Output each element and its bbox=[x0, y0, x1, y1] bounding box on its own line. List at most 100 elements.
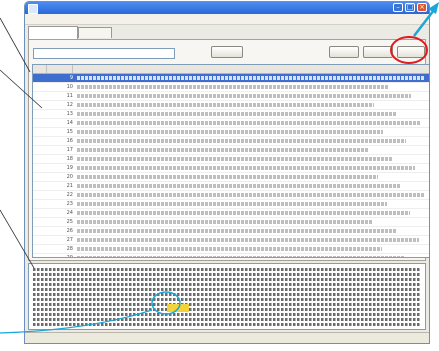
detail-text-line bbox=[33, 303, 421, 306]
row-text-blurred bbox=[77, 229, 396, 233]
row-number: 11 bbox=[66, 93, 73, 99]
table-row[interactable]: 9 bbox=[33, 74, 429, 83]
table-row[interactable]: 28 bbox=[33, 245, 429, 254]
row-text-blurred bbox=[77, 112, 397, 116]
tab-strip bbox=[25, 25, 429, 39]
maximize-icon[interactable]: □ bbox=[405, 3, 415, 12]
row-text-blurred bbox=[77, 94, 411, 98]
detail-text-line bbox=[33, 273, 421, 276]
table-row[interactable]: 17 bbox=[33, 146, 429, 155]
window-title bbox=[40, 3, 340, 13]
row-number: 14 bbox=[66, 120, 73, 126]
grid-header-marker bbox=[33, 65, 47, 73]
row-text-blurred bbox=[77, 148, 369, 152]
row-number: 19 bbox=[66, 165, 73, 171]
table-row[interactable]: 10 bbox=[33, 83, 429, 92]
row-number: 22 bbox=[66, 192, 73, 198]
row-number: 26 bbox=[66, 228, 73, 234]
row-number: 27 bbox=[66, 237, 73, 243]
table-row[interactable]: 14 bbox=[33, 119, 429, 128]
row-number: 20 bbox=[66, 174, 73, 180]
app-window: – □ × 9 10 11 12 13 14 15 16 17 18 19 20 21 22 23 24 25 2… bbox=[24, 1, 430, 344]
minimize-icon[interactable]: – bbox=[393, 3, 403, 12]
row-text-blurred bbox=[77, 184, 401, 188]
table-row[interactable]: 13 bbox=[33, 110, 429, 119]
row-text-blurred bbox=[77, 121, 420, 125]
table-row[interactable]: 12 bbox=[33, 101, 429, 110]
detail-text-line bbox=[33, 293, 421, 296]
table-row[interactable]: 23 bbox=[33, 200, 429, 209]
row-number: 16 bbox=[66, 138, 73, 144]
table-row[interactable]: 15 bbox=[33, 128, 429, 137]
menu-item-3[interactable] bbox=[105, 15, 133, 23]
table-row[interactable]: 26 bbox=[33, 227, 429, 236]
row-text-blurred bbox=[77, 220, 373, 224]
row-text-blurred bbox=[77, 202, 387, 206]
status-text bbox=[29, 334, 149, 343]
app-icon bbox=[28, 4, 38, 14]
row-text-blurred bbox=[77, 256, 405, 257]
menu-item-2[interactable] bbox=[61, 15, 101, 23]
search-input[interactable] bbox=[33, 48, 175, 59]
tab-2[interactable] bbox=[78, 27, 112, 38]
close-icon[interactable]: × bbox=[417, 3, 427, 12]
row-number: 21 bbox=[66, 183, 73, 189]
detail-text-line bbox=[33, 323, 421, 326]
detail-text-line bbox=[33, 318, 421, 321]
row-number: 18 bbox=[66, 156, 73, 162]
row-number: 10 bbox=[66, 84, 73, 90]
row-number: 12 bbox=[66, 102, 73, 108]
row-number: 9 bbox=[69, 75, 73, 81]
table-row[interactable]: 29 bbox=[33, 254, 429, 258]
row-text-blurred bbox=[77, 139, 406, 143]
action-button-3[interactable] bbox=[397, 46, 425, 58]
action-button-1[interactable] bbox=[329, 46, 359, 58]
row-number: 25 bbox=[66, 219, 73, 225]
row-text-blurred bbox=[77, 166, 415, 170]
detail-text-line bbox=[33, 268, 421, 271]
table-row[interactable]: 22 bbox=[33, 191, 429, 200]
row-text-blurred bbox=[77, 103, 374, 107]
action-button-2[interactable] bbox=[363, 46, 393, 58]
row-number: 29 bbox=[66, 255, 73, 258]
row-text-blurred bbox=[77, 175, 378, 179]
table-row[interactable]: 18 bbox=[33, 155, 429, 164]
detail-text-line bbox=[33, 313, 421, 316]
menu-bar bbox=[25, 14, 429, 25]
row-text-blurred bbox=[77, 238, 419, 242]
row-text-blurred bbox=[77, 211, 410, 215]
row-text-blurred bbox=[77, 76, 425, 80]
row-number: 24 bbox=[66, 210, 73, 216]
tab-1[interactable] bbox=[28, 26, 78, 39]
grid-header-col-2[interactable] bbox=[73, 65, 429, 73]
row-text-blurred bbox=[77, 85, 388, 89]
row-number: 13 bbox=[66, 111, 73, 117]
detail-text-pane[interactable] bbox=[28, 263, 426, 330]
detail-text-line bbox=[33, 308, 421, 311]
table-row[interactable]: 20 bbox=[33, 173, 429, 182]
status-bar bbox=[25, 332, 429, 343]
table-row[interactable]: 27 bbox=[33, 236, 429, 245]
grid-header bbox=[33, 65, 429, 74]
row-number: 15 bbox=[66, 129, 73, 135]
row-text-blurred bbox=[77, 130, 383, 134]
table-row[interactable]: 19 bbox=[33, 164, 429, 173]
search-hit-highlight bbox=[167, 304, 189, 312]
menu-item-1[interactable] bbox=[29, 15, 57, 23]
table-row[interactable]: 16 bbox=[33, 137, 429, 146]
detail-text-line bbox=[33, 288, 421, 291]
grid-rows: 9 10 11 12 13 14 15 16 17 18 19 20 21 22 23 24 25 26 27 28 2… bbox=[33, 74, 429, 257]
table-row[interactable]: 25 bbox=[33, 218, 429, 227]
table-row[interactable]: 11 bbox=[33, 92, 429, 101]
title-bar[interactable]: – □ × bbox=[25, 2, 429, 14]
detail-text-line bbox=[33, 283, 421, 286]
search-panel: 9 10 11 12 13 14 15 16 17 18 19 20 21 22 23 24 25 26 27 28 2… bbox=[28, 39, 429, 261]
row-number: 17 bbox=[66, 147, 73, 153]
row-text-blurred bbox=[77, 157, 392, 161]
table-row[interactable]: 24 bbox=[33, 209, 429, 218]
search-button[interactable] bbox=[211, 46, 243, 58]
table-row[interactable]: 21 bbox=[33, 182, 429, 191]
row-number: 23 bbox=[66, 201, 73, 207]
grid-header-col-1[interactable] bbox=[47, 65, 73, 73]
result-grid[interactable]: 9 10 11 12 13 14 15 16 17 18 19 20 21 22 23 24 25 26 27 28 2… bbox=[32, 64, 429, 258]
